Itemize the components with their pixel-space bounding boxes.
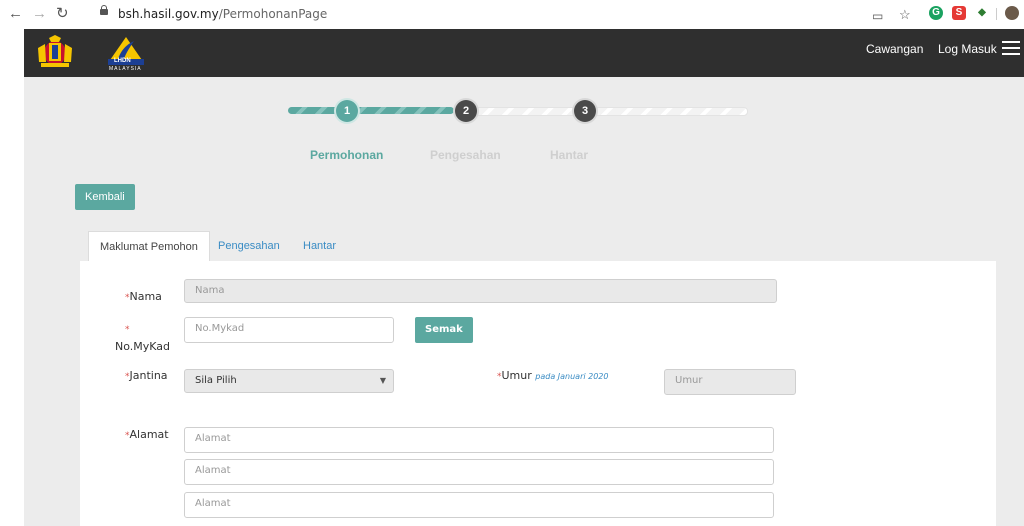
reload-icon[interactable]: ↻: [56, 5, 69, 23]
nav-link-cawangan[interactable]: Cawangan: [866, 42, 923, 56]
site-header: LHDN MALAYSIA Cawangan Log Masuk: [24, 29, 1024, 77]
step-3-circle: 3: [574, 100, 596, 122]
browser-toolbar: ← → ↻ bsh.hasil.gov.my/PermohonanPage ▭ …: [0, 0, 1024, 30]
extension-leaf-icon[interactable]: ◆: [975, 6, 989, 20]
stepper-track-completed: [288, 107, 454, 114]
url-path: /PermohonanPage: [218, 7, 328, 21]
toolbar-divider: [996, 8, 997, 20]
applicant-form-panel: *Nama Nama * No.MyKad No.Mykad Semak *Ja…: [80, 261, 996, 526]
jantina-selected-value: Sila Pilih: [195, 375, 237, 386]
forward-arrow-icon[interactable]: →: [32, 5, 47, 23]
lhdn-logo-subtext: MALAYSIA: [109, 66, 142, 72]
dropdown-caret-icon: ▼: [379, 376, 386, 385]
malaysia-crest-logo-icon: [38, 35, 72, 67]
nama-label: *Nama: [125, 290, 162, 303]
nama-input[interactable]: Nama: [184, 279, 777, 303]
left-margin: [0, 29, 24, 526]
bookmark-star-icon[interactable]: ☆: [899, 6, 911, 24]
umur-label: *Umur pada Januari 2020: [497, 369, 609, 382]
tab-hantar[interactable]: Hantar: [292, 231, 347, 261]
hamburger-menu-icon[interactable]: [1002, 41, 1020, 55]
cast-icon[interactable]: ▭: [872, 7, 883, 25]
semak-button[interactable]: Semak: [415, 317, 473, 343]
lhdn-logo-text: LHDN: [114, 58, 131, 64]
back-arrow-icon[interactable]: ←: [8, 5, 23, 23]
lhdn-logo[interactable]: LHDN MALAYSIA: [104, 35, 166, 73]
address-bar[interactable]: bsh.hasil.gov.my/PermohonanPage: [118, 7, 327, 21]
grammarly-extension-icon[interactable]: G: [929, 6, 943, 20]
nav-link-log-masuk[interactable]: Log Masuk: [938, 42, 997, 56]
mykad-input[interactable]: No.Mykad: [184, 317, 394, 343]
umur-input[interactable]: Umur: [664, 369, 796, 395]
kembali-button[interactable]: Kembali: [75, 184, 135, 210]
step-3-label: Hantar: [550, 148, 589, 162]
tab-maklumat-pemohon[interactable]: Maklumat Pemohon: [88, 231, 210, 262]
page-body: 1 2 3 Permohonan Pengesahan Hantar Kemba…: [24, 77, 1024, 526]
step-2-label: Pengesahan: [430, 148, 501, 162]
stepper-track-pending: [454, 107, 748, 116]
step-2-circle: 2: [455, 100, 477, 122]
extension-s-icon[interactable]: S: [952, 6, 966, 20]
alamat-label: *Alamat: [125, 428, 169, 441]
jantina-label: *Jantina: [125, 369, 168, 382]
profile-avatar-icon[interactable]: [1005, 6, 1019, 20]
lock-icon: [100, 5, 108, 15]
alamat-line-2-input[interactable]: Alamat: [184, 459, 774, 485]
step-1-circle: 1: [336, 100, 358, 122]
step-1-label: Permohonan: [310, 148, 384, 162]
alamat-line-3-input[interactable]: Alamat: [184, 492, 774, 518]
umur-note: pada Januari 2020: [535, 372, 609, 381]
mykad-label: No.MyKad: [115, 340, 171, 353]
url-host: bsh.hasil.gov.my: [118, 7, 219, 21]
jantina-select[interactable]: Sila Pilih ▼: [184, 369, 394, 393]
alamat-line-1-input[interactable]: Alamat: [184, 427, 774, 453]
tab-pengesahan[interactable]: Pengesahan: [207, 231, 291, 261]
mykad-required-mark: *: [125, 325, 130, 335]
